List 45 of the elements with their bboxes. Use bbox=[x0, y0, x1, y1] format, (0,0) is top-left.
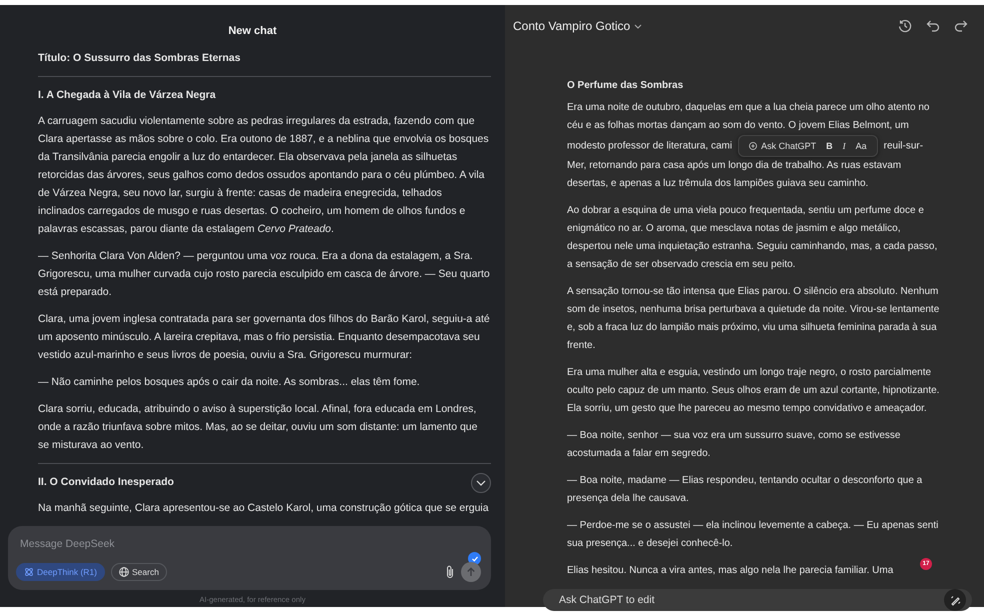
chevron-down-icon[interactable] bbox=[634, 24, 642, 28]
message-input[interactable]: Message DeepSeek bbox=[18, 537, 439, 551]
undo-icon[interactable] bbox=[926, 19, 940, 33]
edit-input[interactable]: Ask ChatGPT to edit bbox=[557, 593, 944, 607]
paragraph: — Boa noite, senhor — sua voz era um sussurro suave, como se estivesse acostumada a falar em segredo. bbox=[567, 429, 902, 461]
paragraph: Clara sorriu, educada, atribuindo o aviso à superstição local. Afinal, fora educada em Londres, onde a razão triunfava sobre mitos. Mas, ao se deitar, ouviu um som distante: um lamento que se misturava ao vento. bbox=[38, 402, 478, 453]
attach-icon[interactable] bbox=[445, 565, 455, 579]
paragraph: — Perdoe-me se o assustei — ela inclinou levemente a cabeça. — Eu apenas senti sua presença... e desejei conhecê-lo. bbox=[567, 519, 940, 551]
edit-field[interactable]: Ask ChatGPT to edit bbox=[543, 589, 972, 611]
paragraph: Na manhã seguinte, Clara apresentou-se ao Castelo Karol, uma construção gótica que se erguia bbox=[38, 501, 490, 516]
redo-icon[interactable] bbox=[954, 19, 968, 33]
paragraph-line: reuil-sur- bbox=[884, 140, 924, 152]
document-title: Título: O Sussurro das Sombras Eternas bbox=[38, 51, 242, 66]
paragraph-line: modesto professor de literatura, cami bbox=[567, 140, 732, 152]
section-heading: I. A Chegada à Vila de Várzea Negra bbox=[38, 88, 216, 103]
chat-title: New chat bbox=[227, 24, 278, 39]
pen-icon[interactable] bbox=[944, 589, 966, 611]
paragraph: Era uma mulher alta e esguia, vestindo um longo traje negro, o rosto parcialmente oculto pelo capuz de um manto. Seus olhos eram de um azul cortante, hipnotizante. Ela sorriu, um gesto que lhe pareceu ao mesmo tempo convidativo e ameaçador. bbox=[567, 366, 940, 416]
paragraph-line: Mer, retornando para casa após um longo dia de trabalho. As ruas estavam bbox=[567, 159, 902, 173]
paragraph-line: desertas, e apenas a luz trêmula dos lampiões guiava seu caminho. bbox=[567, 177, 870, 191]
arrow-up-icon bbox=[466, 567, 476, 577]
paragraph: — Não caminhe pelos bosques após o cair da noite. As sombras... elas têm fome. bbox=[38, 375, 421, 390]
history-icon[interactable] bbox=[898, 19, 912, 33]
mode-toggle[interactable]: Search bbox=[111, 563, 167, 581]
paragraph: Clara, uma jovem inglesa contratada para ser governanta dos filhos do Barão Karol, seguiu-a até um aposento minúsculo. A lareira crepitava, mas o frio persistia. Enquanto desempacotava seu vestido azul-marinho e seus livros de poesia, ouviu a Sra. Grigorescu murmurar: bbox=[38, 312, 491, 363]
format-button[interactable]: I bbox=[842, 141, 846, 151]
plus-circle-icon bbox=[749, 142, 758, 150]
document-title: Conto Vampiro Gotico bbox=[513, 19, 630, 33]
atom-icon bbox=[24, 567, 34, 577]
section-heading: II. O Convidado Inesperado bbox=[38, 475, 174, 490]
story-heading: O Perfume das Sombras bbox=[567, 79, 684, 93]
paragraph: Ao dobrar a esquina de uma viela pouco frequentada, sentiu um perfume doce e enigmático no ar. O aroma, que mesclava notas de jasmim e algo metálico, despertou nele uma inquietação estranha. Seguiu caminhando, mas, a cada passo, a sensação de ser observado crescia em seu peito. bbox=[567, 204, 938, 272]
ask-chatgpt-button[interactable]: Ask ChatGPT bbox=[749, 141, 816, 151]
scroll-down-button[interactable] bbox=[471, 473, 491, 493]
format-button[interactable]: Aa bbox=[856, 141, 867, 151]
paragraph-line: Era uma noite de outubro, daquelas em que a lua cheia parece um olho atento no bbox=[567, 101, 930, 115]
paragraph: Elias hesitou. Nunca a vira antes, mas algo nela lhe parecia familiar. Uma bbox=[567, 564, 894, 578]
paragraph-line: céu e as folhas mortas dançam ao som do vento. O jovem Elias Belmont, um bbox=[567, 119, 910, 133]
paragraph: — Senhorita Clara Von Alden? — perguntou uma voz rouca. Era a dona da estalagem, a Sra. Grigorescu, uma mulher curvada cujo rosto parecia esculpido em casca de árvore. — Seu quarto está preparado. bbox=[38, 249, 491, 300]
paragraph: — Boa noite, madame — Elias respondeu, tentando ocultar o desconforto que a presença dela lhe causava. bbox=[567, 474, 924, 506]
paragraph: A sensação tornou-se tão intensa que Elias parou. O silêncio era absoluto. Nenhum som de insetos, nenhuma brisa perturbava a quietude da noite. Virou-se lentamente e, sob a fraca luz do lampião mais próximo, viu uma silhueta feminina parada à sua frente. bbox=[567, 285, 940, 353]
paragraph: A carruagem sacudiu violentamente sobre as pedras irregulares da estrada, fazendo com que Clara apertasse as mãos sobre o colo. Era outono de 1887, e a neblina que envolvia os bosques da Transilvânia parecia engolir a luz do entardecer. Ela observava pela janela as silhuetas retorcidas das árvores, seus galhos como dedos ossudos apontando para o céu plúmbeo. A vila de Várzea Negra, seu novo lar, surgiu à frente: casas de madeira enegrecida, telhados inclinados carregados de musgo e ruas desertas. O cocheiro, um homem de olhos fundos e palavras escassas, parou diante da estalagem Cervo Prateado. bbox=[38, 114, 490, 237]
globe-icon bbox=[119, 567, 129, 577]
chevron-down-icon bbox=[476, 480, 486, 486]
format-button[interactable]: B bbox=[826, 141, 833, 151]
